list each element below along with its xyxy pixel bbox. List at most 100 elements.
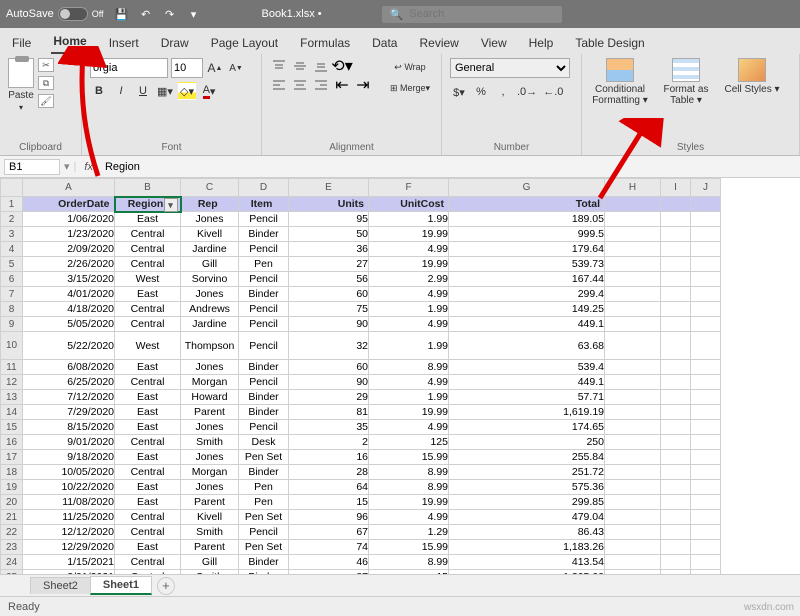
cell-F2[interactable]: 1.99 [369,212,449,227]
cell-H15[interactable] [605,420,661,435]
cell-I8[interactable] [661,302,691,317]
cell-G19[interactable]: 575.36 [449,480,605,495]
tab-review[interactable]: Review [417,32,460,54]
row-header-9[interactable]: 9 [1,317,23,332]
fill-color-icon[interactable]: ◇▾ [178,82,196,100]
cell-J4[interactable] [691,242,721,257]
cell-E5[interactable]: 27 [289,257,369,272]
cell-H11[interactable] [605,360,661,375]
cell-B6[interactable]: West [115,272,181,287]
cell-H8[interactable] [605,302,661,317]
cell-E12[interactable]: 90 [289,375,369,390]
cell-G3[interactable]: 999.5 [449,227,605,242]
cell-D13[interactable]: Binder [239,390,289,405]
cell-C20[interactable]: Parent [181,495,239,510]
cell-D5[interactable]: Pen [239,257,289,272]
cell-I22[interactable] [661,525,691,540]
cell-F14[interactable]: 19.99 [369,405,449,420]
number-format-combo[interactable]: General [450,58,570,78]
cell-A4[interactable]: 2/09/2020 [23,242,115,257]
cell-A21[interactable]: 11/25/2020 [23,510,115,525]
cell-J21[interactable] [691,510,721,525]
cell-B19[interactable]: East [115,480,181,495]
cell-I12[interactable] [661,375,691,390]
cell-E24[interactable]: 46 [289,555,369,570]
increase-indent-icon[interactable]: ⇥ [354,77,372,93]
cell-B22[interactable]: Central [115,525,181,540]
cell-F10[interactable]: 1.99 [369,332,449,360]
cell-A12[interactable]: 6/25/2020 [23,375,115,390]
row-header-4[interactable]: 4 [1,242,23,257]
cell-C21[interactable]: Kivell [181,510,239,525]
cell-E4[interactable]: 36 [289,242,369,257]
cell-D18[interactable]: Binder [239,465,289,480]
cell-G21[interactable]: 479.04 [449,510,605,525]
cell-D22[interactable]: Pencil [239,525,289,540]
cell-J7[interactable] [691,287,721,302]
cell-G15[interactable]: 174.65 [449,420,605,435]
cell-F22[interactable]: 1.29 [369,525,449,540]
cell-A5[interactable]: 2/26/2020 [23,257,115,272]
row-header-22[interactable]: 22 [1,525,23,540]
cell-F21[interactable]: 4.99 [369,510,449,525]
cell-J1[interactable] [691,197,721,212]
cell-I11[interactable] [661,360,691,375]
cell-E15[interactable]: 35 [289,420,369,435]
increase-decimal-icon[interactable]: .0→ [516,83,538,101]
cell-D19[interactable]: Pen [239,480,289,495]
row-header-10[interactable]: 10 [1,332,23,360]
cell-H3[interactable] [605,227,661,242]
cell-H23[interactable] [605,540,661,555]
tab-data[interactable]: Data [370,32,399,54]
autosave-toggle[interactable] [58,7,88,21]
cell-A18[interactable]: 10/05/2020 [23,465,115,480]
format-as-table-button[interactable]: Format as Table ▾ [656,58,716,106]
cell-H6[interactable] [605,272,661,287]
col-header-F[interactable]: F [369,179,449,197]
cell-H19[interactable] [605,480,661,495]
cell-A16[interactable]: 9/01/2020 [23,435,115,450]
cell-B5[interactable]: Central [115,257,181,272]
cell-J20[interactable] [691,495,721,510]
cell-E14[interactable]: 81 [289,405,369,420]
sheet-tab-sheet1[interactable]: Sheet1 [90,576,152,595]
orientation-icon[interactable]: ⟲▾ [333,58,351,74]
row-header-18[interactable]: 18 [1,465,23,480]
col-header-I[interactable]: I [661,179,691,197]
cell-H4[interactable] [605,242,661,257]
cell-I23[interactable] [661,540,691,555]
cell-B9[interactable]: Central [115,317,181,332]
row-header-1[interactable]: 1 [1,197,23,212]
cell-styles-button[interactable]: Cell Styles ▾ [722,58,782,106]
name-box[interactable]: B1 [4,159,60,175]
cell-F7[interactable]: 4.99 [369,287,449,302]
cell-J12[interactable] [691,375,721,390]
formula-input[interactable] [101,160,800,174]
align-middle-icon[interactable] [291,58,309,74]
cell-E3[interactable]: 50 [289,227,369,242]
decrease-indent-icon[interactable]: ⇤ [333,77,351,93]
cell-C3[interactable]: Kivell [181,227,239,242]
cell-D11[interactable]: Binder [239,360,289,375]
cell-I10[interactable] [661,332,691,360]
font-size-combo[interactable] [171,58,203,78]
conditional-formatting-button[interactable]: Conditional Formatting ▾ [590,58,650,106]
cell-B17[interactable]: East [115,450,181,465]
cell-J24[interactable] [691,555,721,570]
cell-H20[interactable] [605,495,661,510]
col-header-G[interactable]: G [449,179,605,197]
col-header-C[interactable]: C [181,179,239,197]
cell-I21[interactable] [661,510,691,525]
cell-A7[interactable]: 4/01/2020 [23,287,115,302]
bold-button[interactable]: B [90,82,108,100]
qat-dropdown-icon[interactable]: ▾ [186,6,202,22]
cell-G8[interactable]: 149.25 [449,302,605,317]
cell-D4[interactable]: Pencil [239,242,289,257]
cell-G20[interactable]: 299.85 [449,495,605,510]
cell-A9[interactable]: 5/05/2020 [23,317,115,332]
cell-A20[interactable]: 11/08/2020 [23,495,115,510]
sheet-tab-sheet2[interactable]: Sheet2 [30,577,91,594]
col-header-E[interactable]: E [289,179,369,197]
cell-A13[interactable]: 7/12/2020 [23,390,115,405]
cell-G17[interactable]: 255.84 [449,450,605,465]
